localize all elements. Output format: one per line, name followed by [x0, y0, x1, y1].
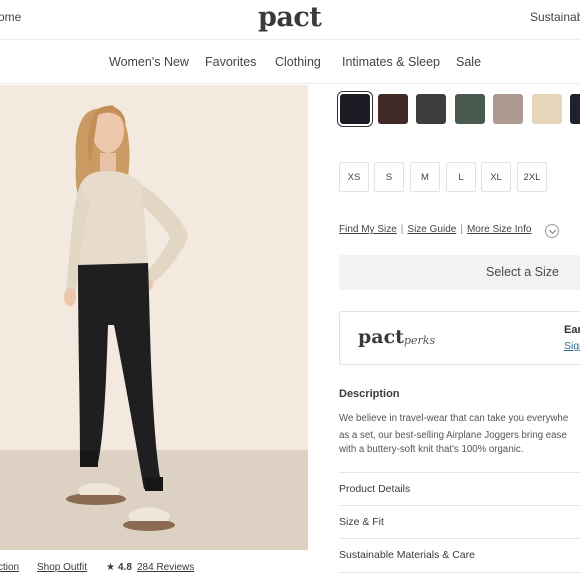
color-swatch-oatmeal[interactable] [532, 94, 562, 124]
size-l-button[interactable]: L [446, 162, 476, 192]
home-link[interactable]: ome [0, 10, 21, 24]
color-swatch-navy[interactable] [570, 94, 580, 124]
perks-logo-suffix: perks [404, 334, 436, 347]
find-my-size-link[interactable]: Find My Size [339, 224, 397, 235]
color-swatch-dark-brown[interactable] [378, 94, 408, 124]
color-swatch-charcoal[interactable] [416, 94, 446, 124]
nav-item-intimates-sleep[interactable]: Intimates & Sleep [342, 55, 440, 69]
nav-item-sale[interactable]: Sale [456, 55, 481, 69]
nav-item-womens-new[interactable]: Women's New [109, 55, 189, 69]
size-guide-link[interactable]: Size Guide [407, 224, 456, 235]
reviews-link[interactable]: 284 Reviews [137, 562, 194, 573]
description-heading: Description [339, 388, 400, 400]
size-xs-button[interactable]: XS [339, 162, 369, 192]
select-size-label: Select a Size [486, 265, 559, 279]
section-link[interactable]: ction [0, 562, 19, 573]
main-nav: Women's New Favorites Clothing Intimates… [0, 41, 580, 84]
size-2xl-button[interactable]: 2XL [517, 162, 547, 192]
model-figure [64, 105, 188, 531]
size-links: Find My Size | Size Guide | More Size Info [339, 224, 531, 235]
accordion-product-details[interactable]: Product Details [339, 472, 580, 506]
select-size-button[interactable]: Select a Size [339, 255, 580, 290]
more-size-info-link[interactable]: More Size Info [467, 224, 531, 235]
description-text: as a set, our best-selling Airplane Jogg… [339, 430, 567, 441]
accordion-label: Size & Fit [339, 516, 384, 528]
nav-item-clothing[interactable]: Clothing [275, 55, 321, 69]
accordion-sustainable-materials[interactable]: Sustainable Materials & Care [339, 538, 580, 572]
accordion-size-fit[interactable]: Size & Fit [339, 505, 580, 539]
accordion-label: Sustainable Materials & Care [339, 549, 475, 561]
chevron-down-icon[interactable] [545, 224, 559, 238]
size-m-button[interactable]: M [410, 162, 440, 192]
pact-perks-banner: pact perks Ear Sign [339, 311, 580, 365]
color-swatch-taupe[interactable] [493, 94, 523, 124]
perks-earn-text: Ear [564, 324, 580, 336]
color-swatch-black[interactable] [337, 91, 373, 127]
star-icon: ★ [106, 562, 115, 573]
pact-logo[interactable]: pact [258, 2, 322, 33]
description-text: We believe in travel-wear that can take … [339, 413, 569, 424]
size-s-button[interactable]: S [374, 162, 404, 192]
rating-value: 4.8 [118, 562, 132, 573]
link-separator: | [400, 224, 404, 235]
nav-item-favorites[interactable]: Favorites [205, 55, 256, 69]
perks-sign-in-link[interactable]: Sign [564, 340, 580, 352]
accordion-label: Product Details [339, 483, 411, 495]
link-separator: | [460, 224, 463, 235]
size-xl-button[interactable]: XL [481, 162, 511, 192]
accordion-divider [339, 572, 580, 580]
perks-logo: pact [358, 326, 404, 348]
description-text: with a buttery-soft knit that's 100% org… [339, 444, 524, 455]
top-bar: ome pact Sustainab [0, 0, 580, 40]
shop-outfit-link[interactable]: Shop Outfit [37, 562, 87, 573]
color-swatch-forest-green[interactable] [455, 94, 485, 124]
photo-footer: ction Shop Outfit ★ 4.8 284 Reviews [0, 562, 320, 580]
sustainability-link[interactable]: Sustainab [530, 10, 580, 24]
product-image[interactable] [0, 85, 308, 550]
